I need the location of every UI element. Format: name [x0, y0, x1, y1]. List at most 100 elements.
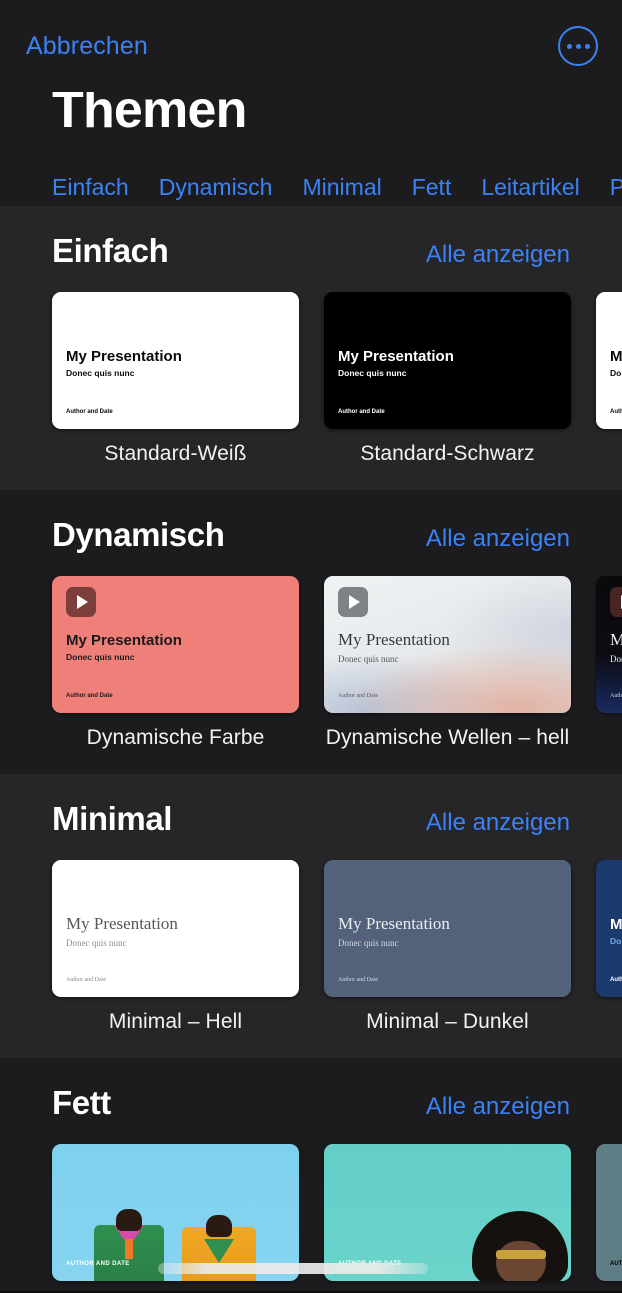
slide-subtitle: Donec quis nunc: [610, 654, 622, 664]
slide-preview: My Presentation Donec quis nunc Author a…: [324, 860, 571, 997]
section-title: Einfach: [52, 232, 169, 269]
slide-title: My Presentation: [66, 914, 178, 933]
slide-author: Author and Date: [610, 409, 622, 415]
slide-title: My Presentation: [610, 348, 622, 365]
see-all-button-einfach[interactable]: Alle anzeigen: [426, 241, 570, 269]
slide-preview: My Presentation Donec quis nunc Author a…: [324, 576, 571, 713]
theme-thumbnail[interactable]: My Presentation Donec quis nunc Author a…: [596, 576, 622, 713]
section-einfach: Einfach Alle anzeigen My Presentation Do…: [0, 206, 622, 490]
slide-title: My Presentation: [610, 630, 622, 649]
theme-card[interactable]: My Presentation Donec quis nunc Author a…: [52, 860, 299, 1034]
tab-dynamisch[interactable]: Dynamisch: [159, 174, 273, 201]
dot-3: [584, 43, 590, 49]
card-row-dynamisch[interactable]: My Presentation Donec quis nunc Author a…: [0, 576, 622, 750]
theme-card-label: Dynamische Farbe: [86, 726, 265, 749]
dot-2: [575, 43, 581, 49]
theme-card-label: Dynamische Wellen – hell: [325, 726, 570, 749]
section-minimal: Minimal Alle anzeigen My Presentation Do…: [0, 774, 622, 1058]
horizontal-scrollbar[interactable]: [158, 1263, 428, 1274]
slide-preview: My Presentation Donec quis nunc Author a…: [324, 292, 571, 429]
slide-author: Author and Date: [66, 693, 113, 699]
slide-title: My Presentation: [338, 630, 450, 649]
card-row-einfach[interactable]: My Presentation Donec quis nunc Author a…: [0, 292, 622, 466]
theme-card[interactable]: AUTHOR AND DATE: [596, 1144, 622, 1293]
theme-thumbnail[interactable]: My Presentation Donec quis nunc Author a…: [52, 860, 299, 997]
theme-card[interactable]: My Presentation Donec quis nunc Author a…: [324, 576, 571, 750]
theme-thumbnail[interactable]: My Presentation Donec quis nunc Author a…: [596, 860, 622, 997]
theme-thumbnail[interactable]: My Presentation Donec quis nunc Author a…: [52, 292, 299, 429]
theme-card[interactable]: My Presentation Donec quis nunc Author a…: [52, 292, 299, 466]
theme-card-label: Minimal – Dunkel: [366, 1010, 529, 1033]
theme-chooser-screen: Abbrechen Themen Einfach Dynamisch Minim…: [0, 0, 622, 1293]
theme-thumbnail[interactable]: AUTHOR AND DATE: [324, 1144, 571, 1281]
theme-card[interactable]: My Presentation Donec quis nunc Author a…: [324, 860, 571, 1034]
category-tab-strip[interactable]: Einfach Dynamisch Minimal Fett Leitartik…: [0, 168, 622, 206]
slide-preview: My Presentation Donec quis nunc Author a…: [52, 860, 299, 997]
slide-author: Author and Date: [338, 977, 378, 983]
photo-tie-orange: [125, 1239, 133, 1259]
slide-subtitle: Donec quis nunc: [66, 652, 135, 662]
see-all-button-fett[interactable]: Alle anzeigen: [426, 1093, 570, 1121]
slide-author: Author and Date: [610, 977, 622, 983]
slide-preview: My Presentation Donec quis nunc Author a…: [52, 576, 299, 713]
tab-minimal[interactable]: Minimal: [302, 174, 381, 201]
theme-thumbnail[interactable]: My Presentation Donec quis nunc Author a…: [324, 576, 571, 713]
slide-title: My Presentation: [66, 632, 182, 649]
ellipsis-circle-icon[interactable]: [558, 26, 598, 66]
theme-card-label: Standard-Schwarz: [360, 442, 535, 465]
slide-title: My Presentation: [338, 914, 450, 933]
theme-card[interactable]: My Presentation Donec quis nunc Author a…: [596, 860, 622, 1034]
slide-author: Author and Date: [610, 693, 622, 699]
see-all-button-dynamisch[interactable]: Alle anzeigen: [426, 525, 570, 553]
theme-card[interactable]: My Presentation Donec quis nunc Author a…: [52, 576, 299, 750]
theme-thumbnail[interactable]: My Presentation Donec quis nunc Author a…: [324, 292, 571, 429]
tab-leitartikel[interactable]: Leitartikel: [481, 174, 579, 201]
slide-author: Author and Date: [338, 409, 385, 415]
theme-thumbnail[interactable]: AUTHOR AND DATE: [596, 1144, 622, 1281]
cancel-button[interactable]: Abbrechen: [26, 32, 148, 61]
theme-card[interactable]: My Presentation Donec quis nunc Author a…: [596, 292, 622, 466]
slide-title: My Presentation: [66, 348, 182, 365]
slide-subtitle: Donec quis nunc: [338, 368, 407, 378]
photo-face: [496, 1241, 546, 1281]
section-fett: Fett Alle anzeigen AUTHOR AND DATE AUT: [0, 1058, 622, 1293]
slide-title: My Presentation: [338, 348, 454, 365]
section-dynamisch: Dynamisch Alle anzeigen My Presentation …: [0, 490, 622, 774]
section-title: Minimal: [52, 800, 173, 837]
theme-card[interactable]: My Presentation Donec quis nunc Author a…: [324, 292, 571, 466]
slide-author: Author and Date: [66, 409, 113, 415]
tab-portrait[interactable]: P: [610, 174, 622, 201]
slide-preview: My Presentation Donec quis nunc Author a…: [596, 576, 622, 713]
slide-subtitle: Donec quis nunc: [610, 368, 622, 378]
photo-head-1: [116, 1209, 142, 1231]
slide-title: My Presentation: [610, 916, 622, 933]
theme-card-label: Standard-Weiß: [104, 442, 247, 465]
slide-subtitle: Donec quis nunc: [66, 938, 127, 948]
card-row-minimal[interactable]: My Presentation Donec quis nunc Author a…: [0, 860, 622, 1034]
theme-thumbnail[interactable]: My Presentation Donec quis nunc Author a…: [52, 576, 299, 713]
slide-author: Author and Date: [338, 693, 378, 699]
section-header: Minimal Alle anzeigen: [0, 800, 622, 838]
slide-author: AUTHOR AND DATE: [66, 1261, 130, 1267]
dot-1: [566, 43, 572, 49]
theme-thumbnail[interactable]: My Presentation Donec quis nunc Author a…: [596, 292, 622, 429]
theme-card-label: Minimal – Hell: [108, 1010, 243, 1033]
section-header: Einfach Alle anzeigen: [0, 232, 622, 270]
section-title: Fett: [52, 1084, 111, 1121]
photo-head-2: [206, 1215, 232, 1237]
tab-fett[interactable]: Fett: [412, 174, 452, 201]
see-all-button-minimal[interactable]: Alle anzeigen: [426, 809, 570, 837]
slide-subtitle: Donec quis nunc: [338, 654, 399, 664]
slide-author: AUTHOR AND DATE: [610, 1261, 622, 1267]
slide-preview: My Presentation Donec quis nunc Author a…: [596, 860, 622, 997]
section-header: Dynamisch Alle anzeigen: [0, 516, 622, 554]
slide-subtitle: Donec quis nunc: [338, 938, 399, 948]
slide-preview: My Presentation Donec quis nunc Author a…: [596, 292, 622, 429]
section-title: Dynamisch: [52, 516, 225, 553]
theme-card[interactable]: My Presentation Donec quis nunc Author a…: [596, 576, 622, 750]
slide-preview: My Presentation Donec quis nunc Author a…: [52, 292, 299, 429]
navigation-bar: Abbrechen: [0, 0, 622, 92]
theme-thumbnail[interactable]: My Presentation Donec quis nunc Author a…: [324, 860, 571, 997]
theme-thumbnail[interactable]: AUTHOR AND DATE: [52, 1144, 299, 1281]
tab-einfach[interactable]: Einfach: [52, 174, 129, 201]
